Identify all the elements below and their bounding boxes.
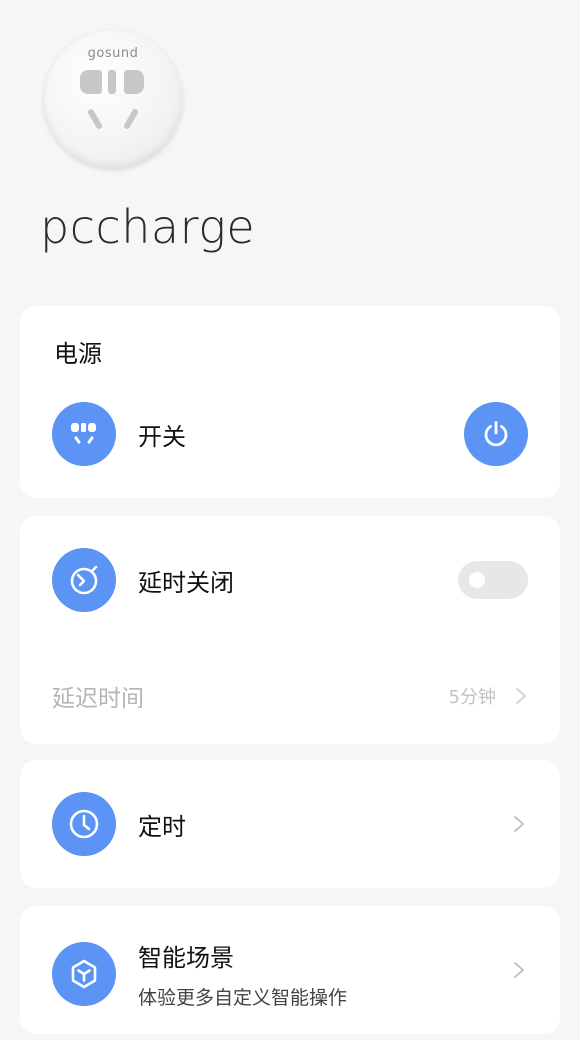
clock-icon [52,792,116,856]
timer-row: 定时 [52,792,560,856]
stopwatch-icon [52,548,116,612]
timer-label: 定时 [138,812,186,841]
power-button[interactable] [464,402,528,466]
delay-off-toggle[interactable] [458,561,528,599]
smart-scene-title: 智能场景 [138,944,234,972]
device-page: gosund pccharge 电源 开关 延时关闭 延迟时间 5分钟 定时 智… [0,0,580,1040]
power-section-title: 电源 [54,340,102,368]
chevron-right-icon [516,688,526,704]
smart-scene-card[interactable]: 智能场景 体验更多自定义智能操作 [20,906,560,1034]
device-image-brand: gosund [87,46,139,61]
delay-time-label: 延迟时间 [52,686,144,712]
chevron-right-icon [514,962,524,978]
power-card: 电源 开关 [20,306,560,498]
chevron-right-icon [514,816,524,832]
socket-icon [52,402,116,466]
device-name: pccharge [40,200,256,254]
delay-off-card: 延时关闭 延迟时间 5分钟 [20,516,560,744]
delay-time-row[interactable]: 延迟时间 5分钟 [52,676,528,716]
device-image: gosund [44,30,182,168]
delay-time-value: 5分钟 [448,687,496,708]
toggle-knob [469,572,485,588]
power-switch-label: 开关 [138,422,186,451]
scene-cube-icon [52,942,116,1006]
delay-off-label: 延时关闭 [138,568,234,597]
smart-scene-subtitle: 体验更多自定义智能操作 [138,987,348,1009]
power-icon [484,421,508,447]
smart-scene-row: 智能场景 体验更多自定义智能操作 [52,938,560,1010]
timer-card[interactable]: 定时 [20,760,560,888]
